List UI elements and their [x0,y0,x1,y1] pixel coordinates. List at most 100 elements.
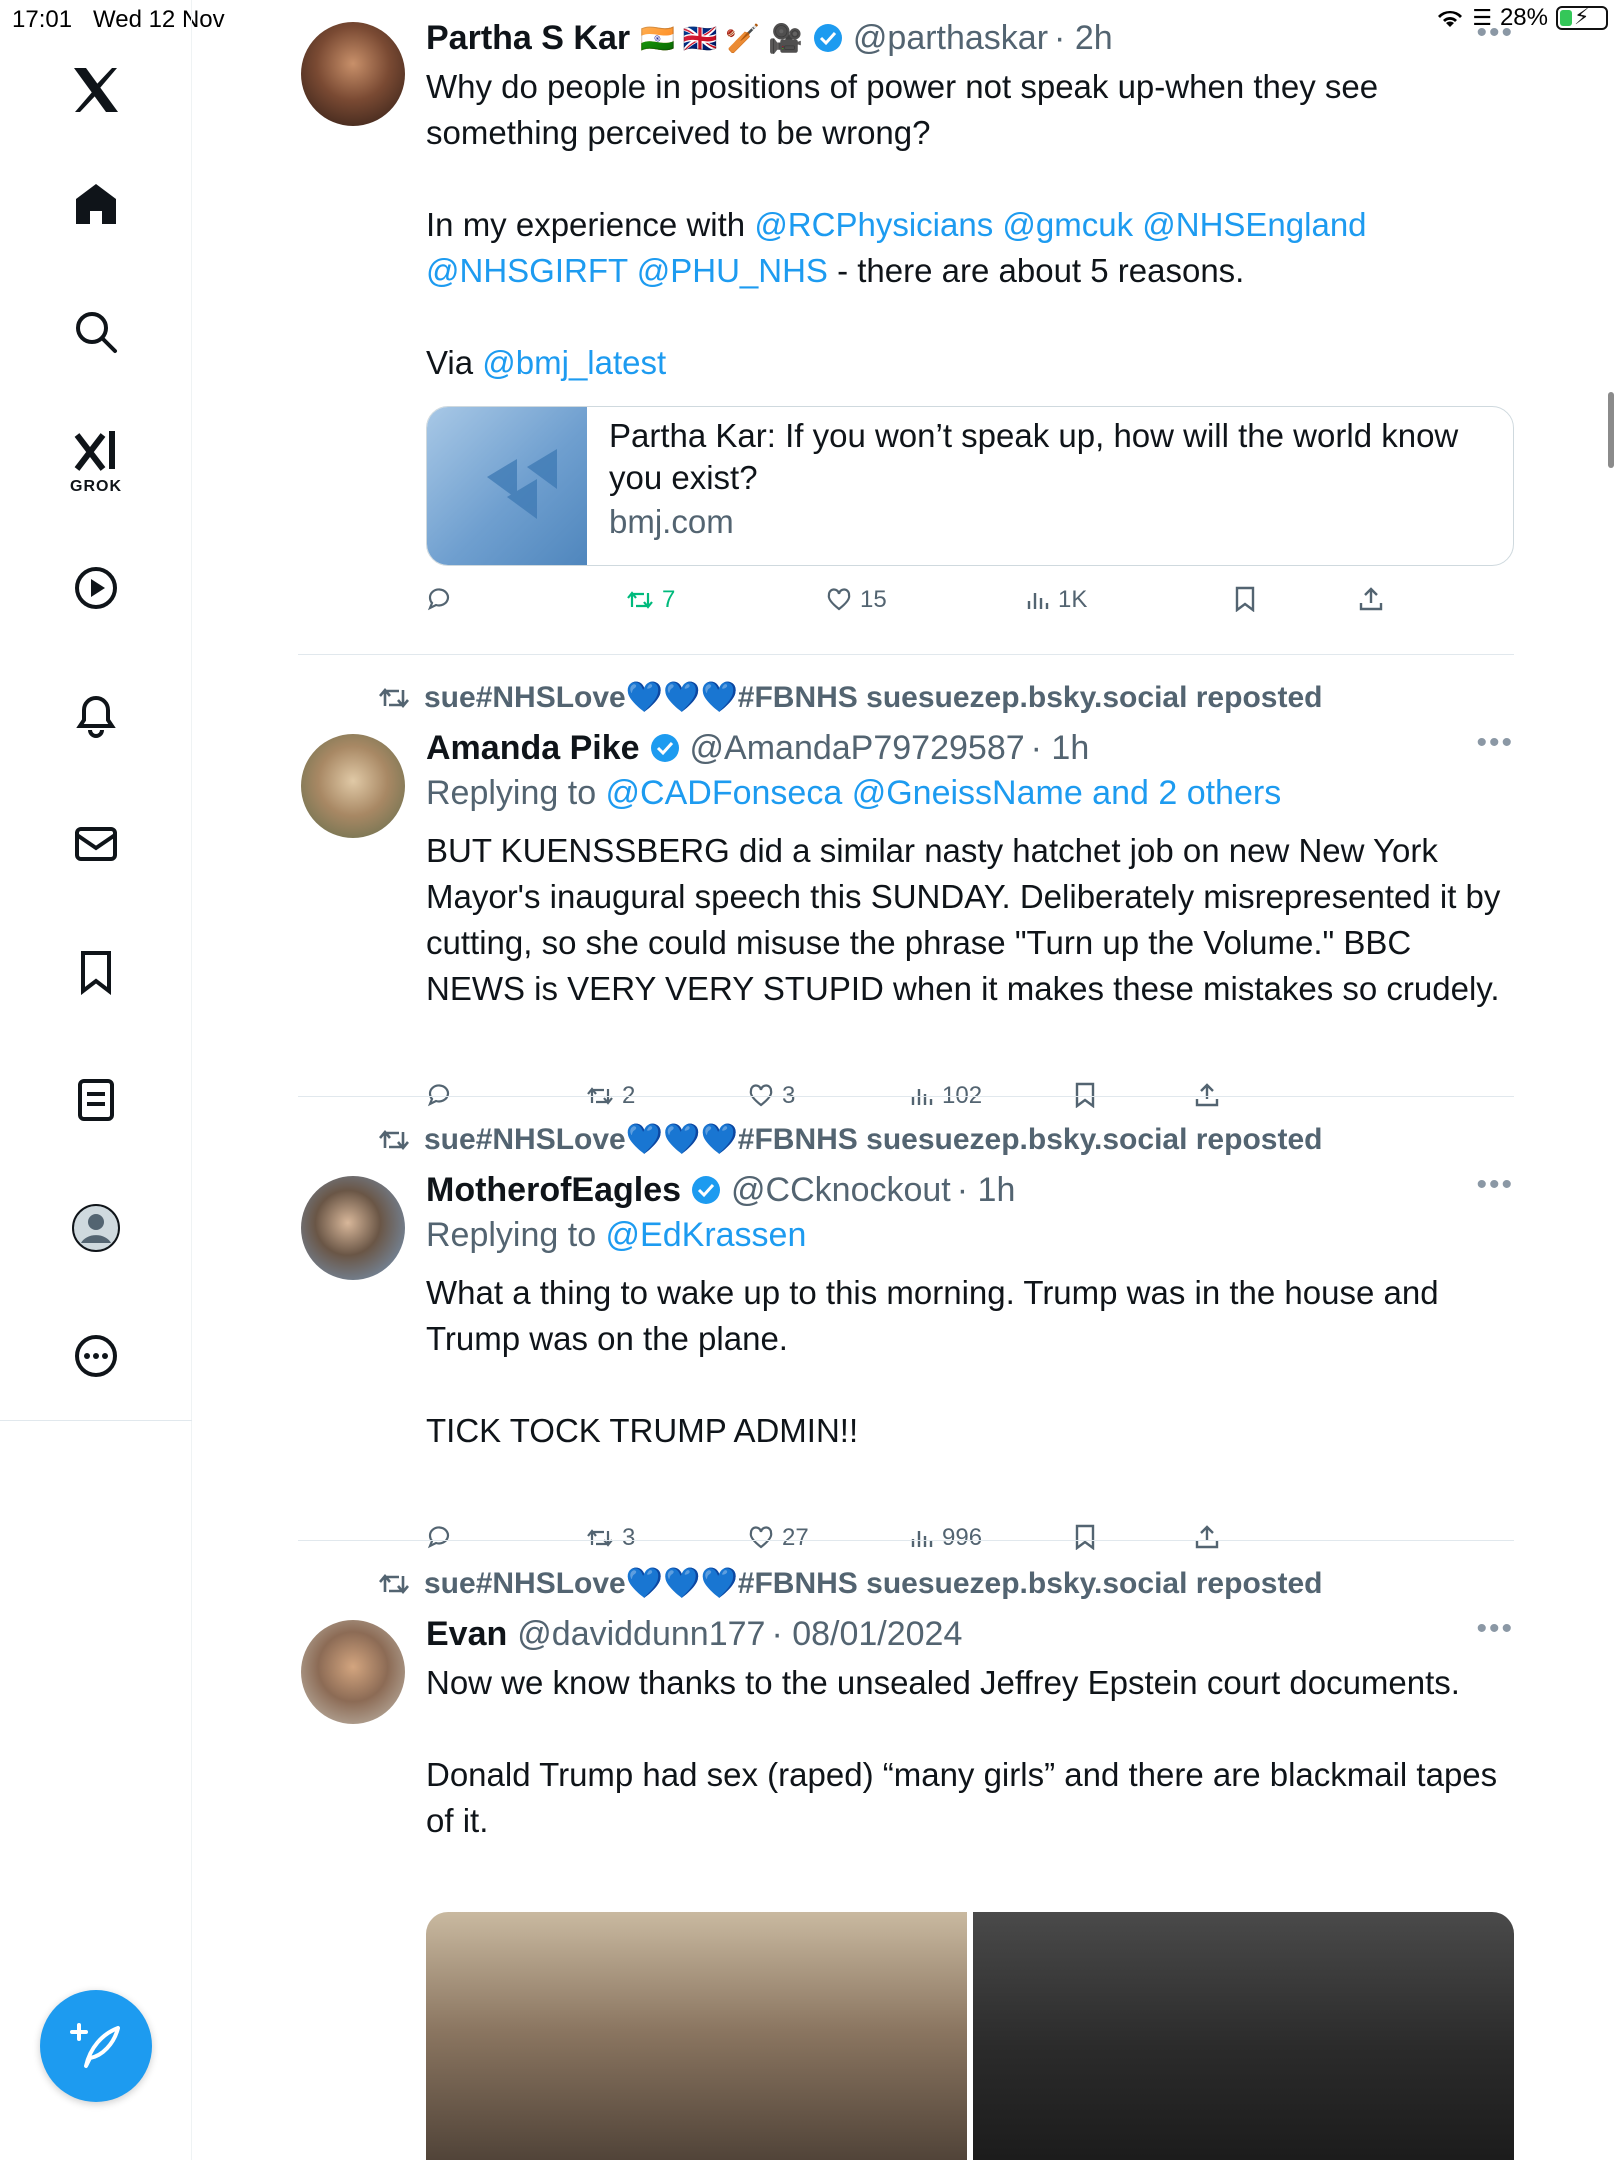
bookmark-icon [1075,1082,1095,1108]
sidebar-divider [0,1420,192,1421]
share-button[interactable] [1194,1524,1220,1550]
list-icon[interactable] [70,1074,122,1126]
media-grid [426,1912,1514,2160]
author-handle[interactable]: @CCknockout [731,1171,951,1210]
share-button[interactable] [1358,586,1384,612]
tweet-text: Why do people in positions of power not … [426,68,1388,151]
avatar[interactable] [301,1176,405,1280]
more-options-icon[interactable]: ••• [1476,1168,1514,1202]
share-icon [1195,1083,1219,1107]
repost-context[interactable]: sue#NHSLove💙💙💙#FBNHS suesuezep.bsky.soci… [378,680,1322,715]
replying-to: Replying to @EdKrassen [426,1216,1514,1262]
home-icon[interactable] [70,178,122,230]
scrollbar[interactable] [1608,392,1614,468]
tweet-time[interactable]: · 2h [1054,19,1113,58]
x-logo-icon[interactable] [70,64,122,116]
tweet-actions: 2 3 102 [426,1082,1514,1122]
retweet-count: 3 [622,1524,636,1551]
media-photo[interactable] [426,1912,967,2160]
views-button[interactable]: 996 [910,1524,982,1552]
tweet-time[interactable]: · 1h [957,1171,1016,1210]
link-card[interactable]: Partha Kar: If you won’t speak up, how w… [426,406,1514,566]
views-count: 1K [1058,586,1088,613]
battery-icon: ⚡ [1556,4,1608,30]
reply-icon [427,1526,450,1549]
like-button[interactable]: 15 [826,586,887,614]
author-name[interactable]: Evan [426,1615,507,1654]
sidebar: GROK [0,0,192,2160]
author-handle[interactable]: @AmandaP79729587 [690,729,1025,768]
avatar[interactable] [301,1620,405,1724]
share-button[interactable] [1194,1082,1220,1108]
tweet-header: Partha S Kar 🇮🇳 🇬🇧 🏏 🎥 @parthaskar · 2h [426,16,1514,60]
bookmark-icon [1075,1524,1095,1550]
tweet-time[interactable]: · 08/01/2024 [771,1615,962,1654]
retweet-count: 7 [662,586,676,613]
retweet-button[interactable]: 7 [626,586,675,614]
card-title: Partha Kar: If you won’t speak up, how w… [609,417,1459,496]
views-button[interactable]: 1K [1026,586,1087,614]
play-icon[interactable] [70,562,122,614]
views-icon [911,1531,933,1547]
retweet-button[interactable]: 3 [586,1524,635,1552]
views-icon [1027,593,1049,609]
repost-context[interactable]: sue#NHSLove💙💙💙#FBNHS suesuezep.bsky.soci… [378,1122,1322,1157]
grok-icon[interactable] [70,424,122,476]
repost-label: sue#NHSLove💙💙💙#FBNHS suesuezep.bsky.soci… [424,1123,1323,1156]
megaphone-icon [487,449,557,519]
tweet-separator [298,1096,1514,1097]
profile-icon[interactable] [70,1202,122,1254]
author-flags: 🇮🇳 🇬🇧 🏏 🎥 [640,22,803,54]
bookmark-icon[interactable] [70,946,122,998]
tweet-text-2: In my experience with @RCPhysicians @gmc… [426,202,1514,294]
tweet-text: What a thing to wake up to this morning.… [426,1274,1439,1449]
tweet-actions: 7 15 1K [426,586,1514,626]
search-icon[interactable] [70,306,122,358]
bookmark-button[interactable] [1074,1524,1096,1550]
retweet-icon [587,1529,613,1547]
more-circle-icon[interactable] [70,1330,122,1382]
mail-icon[interactable] [70,818,122,870]
tweet-time[interactable]: · 1h [1031,729,1090,768]
reply-button[interactable] [426,586,452,612]
tweet-text-3: Via @bmj_latest [426,340,1514,386]
repost-label: sue#NHSLove💙💙💙#FBNHS suesuezep.bsky.soci… [424,681,1323,714]
replying-to-links[interactable]: @CADFonseca @GneissName and 2 others [606,774,1282,812]
repost-label: sue#NHSLove💙💙💙#FBNHS suesuezep.bsky.soci… [424,1567,1323,1600]
repost-context[interactable]: sue#NHSLove💙💙💙#FBNHS suesuezep.bsky.soci… [378,1566,1322,1601]
bookmark-button[interactable] [1234,586,1256,612]
text-segment: In my experience with [426,206,755,243]
reply-button[interactable] [426,1082,452,1108]
author-name[interactable]: Partha S Kar [426,19,630,58]
compose-icon [70,2023,120,2068]
author-handle[interactable]: @daviddunn177 [517,1615,765,1654]
text-segment: - there are about 5 reasons. [827,252,1245,289]
author-name[interactable]: Amanda Pike [426,729,640,768]
author-name[interactable]: MotherofEagles [426,1171,681,1210]
repost-icon [379,1573,409,1594]
tweet-header: MotherofEagles @CCknockout · 1h [426,1168,1514,1212]
media-photo[interactable] [973,1912,1514,2160]
repost-icon [379,1129,409,1150]
verified-badge-icon [692,1176,721,1204]
author-handle[interactable]: @parthaskar [853,19,1048,58]
reply-button[interactable] [426,1524,452,1550]
tweet-header: Amanda Pike @AmandaP79729587 · 1h [426,726,1514,770]
mention-link[interactable]: @bmj_latest [482,344,666,381]
like-button[interactable]: 27 [748,1524,809,1552]
replying-to-links[interactable]: @EdKrassen [606,1216,807,1254]
more-options-icon[interactable]: ••• [1476,726,1514,760]
share-icon [1359,587,1383,611]
more-options-icon[interactable]: ••• [1476,16,1514,50]
bell-icon[interactable] [70,690,122,742]
heart-icon [827,588,851,611]
avatar[interactable] [301,22,405,126]
compose-button[interactable] [40,1990,152,2102]
grok-label: GROK [70,478,122,495]
bookmark-button[interactable] [1074,1082,1096,1108]
avatar[interactable] [301,734,405,838]
verified-badge-icon [813,24,842,52]
repost-icon [379,687,409,708]
more-options-icon[interactable]: ••• [1476,1612,1514,1646]
like-count: 15 [860,586,887,613]
